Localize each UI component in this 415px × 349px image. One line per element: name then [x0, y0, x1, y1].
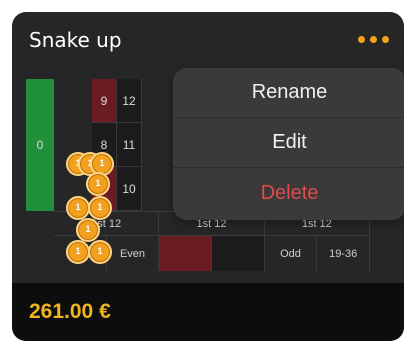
balance-amount: 261.00 € [29, 300, 111, 323]
number-cell: 9 [92, 79, 117, 123]
more-options-icon[interactable] [358, 33, 394, 45]
chip-icon [88, 196, 112, 220]
delete-menu-item[interactable]: Delete [173, 168, 404, 218]
outside-cell: Odd [265, 236, 318, 271]
chip-icon [86, 172, 110, 196]
chip-icon [76, 218, 100, 242]
chip-icon [66, 240, 90, 264]
context-menu: Rename Edit Delete [173, 68, 404, 220]
chip-stack [66, 152, 136, 284]
chip-icon [88, 240, 112, 264]
card-title: Snake up [29, 28, 122, 52]
outside-cell [212, 236, 265, 271]
number-cell: 12 [117, 79, 142, 123]
zero-cell: 0 [26, 79, 54, 211]
chip-icon [66, 196, 90, 220]
snake-up-card: Snake up 0 9 12 8 11 7 10 1st 12 1st 12 … [12, 12, 404, 341]
outside-cell [159, 236, 213, 271]
rename-menu-item[interactable]: Rename [173, 68, 404, 118]
outside-cell: 19-36 [317, 236, 371, 271]
balance-footer: 261.00 € [12, 283, 404, 341]
edit-menu-item[interactable]: Edit [173, 118, 404, 168]
